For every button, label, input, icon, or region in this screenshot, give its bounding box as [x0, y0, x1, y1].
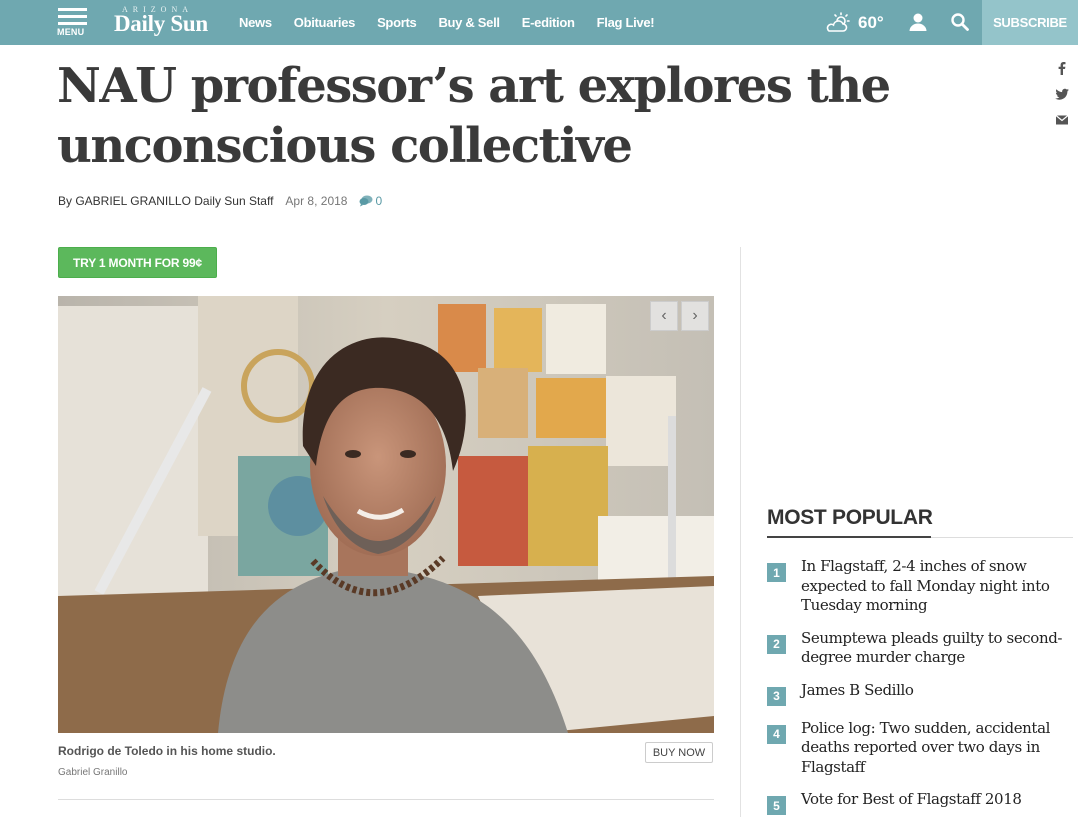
publish-date: Apr 8, 2018: [285, 194, 348, 208]
weather-widget[interactable]: 60°: [824, 10, 884, 36]
studio-portrait-image: [58, 296, 714, 733]
photo-caption: Rodrigo de Toledo in his home studio.: [58, 744, 276, 758]
most-popular-item[interactable]: 1 In Flagstaff, 2-4 inches of snow expec…: [767, 557, 1077, 616]
most-popular-link[interactable]: Seumptewa pleads guilty to second-degree…: [801, 629, 1077, 668]
rank-badge: 2: [767, 634, 786, 654]
nav-item-flag-live[interactable]: Flag Live!: [597, 15, 655, 30]
main-nav: News Obituaries Sports Buy & Sell E-edit…: [239, 0, 676, 45]
article-photo[interactable]: [58, 296, 714, 733]
comment-bubble-icon: [359, 195, 373, 207]
subscribe-button[interactable]: SUBSCRIBE: [982, 0, 1078, 45]
article-headline: NAU professor’s art explores the unconsc…: [57, 58, 891, 174]
email-icon[interactable]: [1052, 110, 1072, 130]
nav-item-e-edition[interactable]: E-edition: [522, 15, 575, 30]
user-icon[interactable]: [908, 12, 928, 32]
hamburger-icon: [58, 8, 87, 11]
nav-item-news[interactable]: News: [239, 15, 272, 30]
nav-item-sports[interactable]: Sports: [377, 15, 417, 30]
hamburger-icon-bar: [58, 15, 87, 18]
most-popular-heading: MOST POPULAR: [767, 506, 933, 529]
hamburger-icon-bar: [58, 22, 87, 25]
column-divider: [740, 247, 741, 817]
article-byline: By GABRIEL GRANILLO Daily Sun Staff Apr …: [58, 194, 382, 208]
rank-badge: 4: [767, 724, 786, 744]
logo-name: Daily Sun: [114, 11, 208, 36]
comments-link[interactable]: 0: [359, 194, 382, 208]
gallery-next-button[interactable]: ›: [681, 301, 709, 331]
heading-underline: [767, 536, 931, 538]
rank-badge: 1: [767, 563, 786, 582]
most-popular-item[interactable]: 2 Seumptewa pleads guilty to second-degr…: [767, 629, 1077, 668]
gallery-prev-button[interactable]: ‹: [650, 301, 678, 331]
rank-badge: 5: [767, 796, 786, 815]
site-logo[interactable]: ARIZONA Daily Sun: [114, 5, 214, 41]
partly-cloudy-icon: [826, 12, 850, 32]
menu-button[interactable]: MENU: [57, 6, 89, 40]
most-popular-list: 1 In Flagstaff, 2-4 inches of snow expec…: [767, 557, 1077, 817]
temperature: 60°: [858, 13, 884, 32]
most-popular-link[interactable]: Police log: Two sudden, accidental death…: [801, 719, 1077, 778]
most-popular-link[interactable]: In Flagstaff, 2-4 inches of snow expecte…: [801, 557, 1077, 616]
most-popular-link[interactable]: Vote for Best of Flagstaff 2018: [801, 790, 1022, 810]
most-popular-item[interactable]: 5 Vote for Best of Flagstaff 2018: [767, 790, 1077, 815]
top-nav-bar: MENU ARIZONA Daily Sun News Obituaries S…: [0, 0, 1078, 45]
menu-label: MENU: [57, 27, 85, 37]
nav-item-buy-sell[interactable]: Buy & Sell: [438, 15, 500, 30]
nav-item-obituaries[interactable]: Obituaries: [294, 15, 356, 30]
divider: [58, 799, 714, 800]
most-popular-link[interactable]: James B Sedillo: [801, 681, 914, 701]
search-icon[interactable]: [950, 12, 970, 32]
byline-author[interactable]: By GABRIEL GRANILLO Daily Sun Staff: [58, 194, 273, 208]
photo-credit: Gabriel Granillo: [58, 767, 128, 778]
most-popular-item[interactable]: 3 James B Sedillo: [767, 681, 1077, 706]
rank-badge: 3: [767, 686, 786, 706]
comment-count: 0: [375, 194, 383, 208]
buy-photo-button[interactable]: BUY NOW: [645, 742, 713, 763]
promo-subscribe-button[interactable]: TRY 1 MONTH FOR 99¢: [58, 247, 217, 278]
share-bar: [1052, 58, 1072, 136]
most-popular-item[interactable]: 4 Police log: Two sudden, accidental dea…: [767, 719, 1077, 778]
twitter-icon[interactable]: [1052, 84, 1072, 104]
facebook-icon[interactable]: [1052, 58, 1072, 78]
